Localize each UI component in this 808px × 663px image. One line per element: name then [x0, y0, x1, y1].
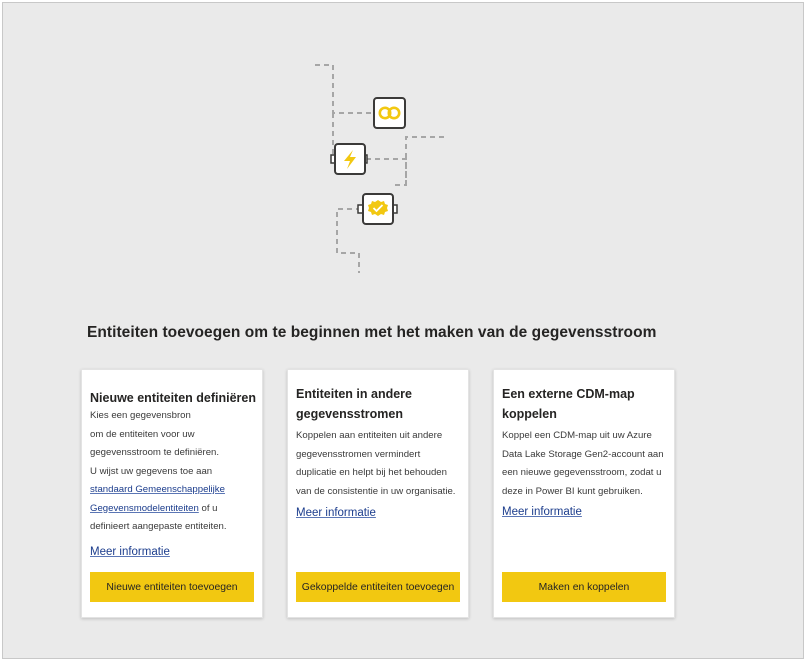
cdm-entities-link[interactable]: standaard Gemeenschappelijke	[90, 484, 225, 495]
dataflow-illustration	[315, 64, 445, 273]
card-linked-entities: Entiteiten in andere gegevensstromen Kop…	[287, 369, 469, 618]
dataflow-start-panel: Entiteiten toevoegen om te beginnen met …	[2, 2, 804, 659]
add-new-entities-button[interactable]: Nieuwe entiteiten toevoegen	[90, 572, 254, 602]
add-linked-entities-button[interactable]: Gekoppelde entiteiten toevoegen	[296, 572, 460, 602]
card-attach-cdm-folder: Een externe CDM-map koppelen Koppel een …	[493, 369, 675, 618]
card-description: Koppel een CDM-map uit uw Azure Data Lak…	[502, 430, 664, 497]
learn-more-link[interactable]: Meer informatie	[90, 546, 170, 558]
learn-more-link[interactable]: Meer informatie	[502, 506, 582, 518]
cdm-entities-link[interactable]: Gegevensmodelentiteiten	[90, 503, 199, 514]
link-icon	[373, 97, 406, 129]
lightning-icon	[330, 143, 368, 175]
learn-more-link[interactable]: Meer informatie	[296, 507, 376, 519]
card-title: Entiteiten in andere gegevensstromen	[296, 387, 412, 421]
checkmark-badge-icon	[357, 193, 398, 225]
card-description: Koppelen aan entiteiten uit andere gegev…	[296, 430, 456, 497]
card-define-new-entities: Nieuwe entiteiten definiëren Kies een ge…	[81, 369, 263, 618]
card-title: Nieuwe entiteiten definiëren	[90, 391, 257, 405]
page-title: Entiteiten toevoegen om te beginnen met …	[87, 324, 657, 341]
card-title: Een externe CDM-map koppelen	[502, 387, 635, 421]
create-and-attach-button[interactable]: Maken en koppelen	[502, 572, 666, 602]
card-description: Kies een gegevensbron om de entiteiten v…	[90, 410, 227, 532]
